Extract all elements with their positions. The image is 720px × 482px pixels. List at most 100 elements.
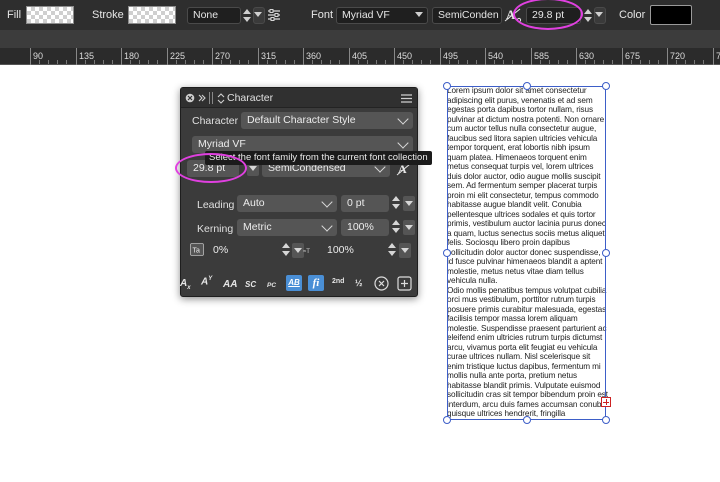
header-divider xyxy=(209,92,210,104)
ruler-minor-tick xyxy=(640,60,641,64)
fill-swatch[interactable] xyxy=(26,6,74,24)
kerning-stepper[interactable] xyxy=(391,220,402,235)
font-style-dropdown[interactable]: SemiConden xyxy=(432,7,502,24)
font-size-stepper[interactable] xyxy=(583,8,594,23)
font-family-value: Myriad VF xyxy=(198,138,246,150)
ruler-minor-tick xyxy=(512,60,513,64)
collapse-icon[interactable] xyxy=(197,93,207,103)
color-label: Color xyxy=(619,9,646,21)
font-family-dropdown[interactable]: Myriad VF xyxy=(336,7,428,24)
tracking-value-field[interactable]: 0% xyxy=(207,242,281,259)
small-caps-icon[interactable]: SC xyxy=(245,280,256,289)
petite-caps-icon[interactable]: PC xyxy=(267,282,276,289)
leading-label: Leading xyxy=(197,199,235,211)
leading-mode-value: Auto xyxy=(243,197,265,209)
leading-stepper[interactable] xyxy=(391,196,402,211)
stroke-style-field[interactable]: None xyxy=(187,7,241,24)
kerning-value-field[interactable]: 100% xyxy=(341,219,389,236)
app-window: Fill Stroke None Font Myriad VF SemiCond… xyxy=(0,0,720,482)
sort-icon[interactable] xyxy=(217,93,225,104)
baseline-stepper[interactable] xyxy=(387,243,398,258)
all-caps-icon[interactable]: AA xyxy=(223,279,237,290)
resize-handle-bottom[interactable] xyxy=(523,416,531,424)
text-overflow-icon[interactable] xyxy=(601,397,611,407)
fraction-icon[interactable]: ½ xyxy=(355,278,363,288)
ruler-minor-tick xyxy=(631,60,632,64)
panel-header[interactable]: Character xyxy=(181,88,417,108)
ruler-minor-tick xyxy=(585,60,586,64)
resize-handle-bottom-right[interactable] xyxy=(602,416,610,424)
baseline-value-field[interactable]: 100% xyxy=(321,242,383,259)
ruler-tick-label: 720 xyxy=(670,51,686,61)
ruler-minor-tick xyxy=(703,60,704,64)
font-label: Font xyxy=(311,9,334,21)
ruler-minor-tick xyxy=(603,60,604,64)
leading-mode-dropdown[interactable]: Auto xyxy=(237,195,337,212)
subscript-icon[interactable]: Ax xyxy=(180,278,191,291)
ruler-minor-tick xyxy=(358,60,359,64)
ruler-minor-tick xyxy=(549,60,550,64)
text-color-swatch[interactable] xyxy=(650,5,692,25)
resize-handle-left[interactable] xyxy=(443,249,451,257)
tracking-stepper[interactable] xyxy=(281,243,292,258)
stroke-style-dropdown[interactable] xyxy=(253,7,265,24)
ruler-tick-label: 495 xyxy=(443,51,459,61)
stroke-swatch[interactable] xyxy=(128,6,176,24)
ruler-tick-label: 585 xyxy=(534,51,550,61)
stroke-settings-icon[interactable] xyxy=(267,8,281,22)
font-size-dropdown[interactable] xyxy=(594,7,606,24)
kerning-label: Kerning xyxy=(197,223,234,235)
header-divider xyxy=(212,92,213,104)
underline-toggle-icon[interactable]: AB xyxy=(286,275,302,291)
leading-dropdown[interactable] xyxy=(403,196,415,211)
ruler-minor-tick xyxy=(185,60,186,64)
ordinal-icon[interactable]: 2nd xyxy=(332,278,344,285)
resize-handle-bottom-left[interactable] xyxy=(443,416,451,424)
horizontal-ruler[interactable]: 90 135 180 225 270 315 360 405 450 495 540 585 630 67… xyxy=(0,48,720,65)
ruler-minor-tick xyxy=(330,60,331,64)
chevron-down-icon xyxy=(415,12,423,17)
context-toolbar: Fill Stroke None Font Myriad VF SemiCond… xyxy=(0,0,720,30)
ruler-minor-tick xyxy=(567,60,568,64)
ligature-icon[interactable]: fi xyxy=(308,275,324,291)
ruler-minor-tick xyxy=(494,60,495,64)
resize-handle-top-right[interactable] xyxy=(602,82,610,90)
panel-menu-icon[interactable] xyxy=(401,94,412,103)
close-icon[interactable] xyxy=(185,93,195,103)
font-style-value: SemiConden xyxy=(438,9,499,21)
stroke-width-stepper[interactable] xyxy=(242,8,253,23)
chevron-down-icon xyxy=(397,113,409,125)
ruler-minor-tick xyxy=(130,60,131,64)
stroke-label: Stroke xyxy=(92,9,124,21)
ruler-minor-tick xyxy=(230,60,231,64)
ruler-minor-tick xyxy=(649,60,650,64)
ruler-minor-tick xyxy=(449,60,450,64)
kerning-mode-dropdown[interactable]: Metric xyxy=(237,219,337,236)
ruler-minor-tick xyxy=(421,60,422,64)
ruler-tick-label: 405 xyxy=(352,51,368,61)
ruler-minor-tick xyxy=(203,60,204,64)
ruler-tick-label: 675 xyxy=(625,51,641,61)
ruler-minor-tick xyxy=(385,60,386,64)
ruler-minor-tick xyxy=(48,60,49,64)
tracking-icon: Ta xyxy=(190,243,204,256)
resize-handle-top-left[interactable] xyxy=(443,82,451,90)
baseline-scale-icon: ≈T xyxy=(303,249,310,255)
superscript-icon[interactable]: AY xyxy=(201,276,212,287)
clear-formatting-icon[interactable] xyxy=(374,276,389,291)
ruler-minor-tick xyxy=(285,60,286,64)
kerning-mode-value: Metric xyxy=(243,221,272,233)
ruler-minor-tick xyxy=(139,60,140,64)
character-style-dropdown[interactable]: Default Character Style xyxy=(241,112,413,129)
add-style-icon[interactable] xyxy=(397,276,412,291)
resize-handle-right[interactable] xyxy=(602,249,610,257)
baseline-dropdown[interactable] xyxy=(399,243,411,258)
character-panel: Character Character Default Character St… xyxy=(180,87,418,297)
ruler-minor-tick xyxy=(403,60,404,64)
ruler-minor-tick xyxy=(221,60,222,64)
ruler-tick-label: 90 xyxy=(33,51,44,61)
resize-handle-top[interactable] xyxy=(523,82,531,90)
ruler-minor-tick xyxy=(157,60,158,64)
kerning-dropdown[interactable] xyxy=(403,220,415,235)
leading-value-field[interactable]: 0 pt xyxy=(341,195,389,212)
